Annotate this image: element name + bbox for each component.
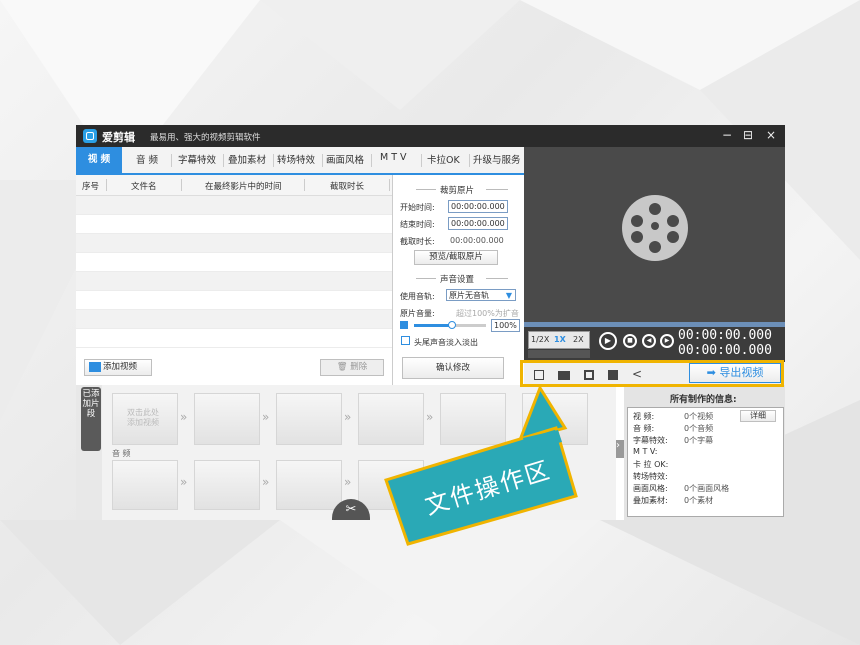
cut-section-title: 裁剪原片 [440, 186, 475, 196]
chevron-down-icon: ▼ [505, 291, 512, 300]
clip-list-header: 序号 文件名 在最终影片中的时间 截取时长 [76, 175, 392, 196]
added-clips-label: 已添加片段 [81, 387, 101, 451]
clip-slot[interactable] [276, 393, 342, 445]
tab-upgrade[interactable]: 升级与服务 [473, 152, 521, 166]
tab-overlay[interactable]: 叠加素材 [228, 152, 266, 166]
volume-value-input[interactable]: 100% [491, 319, 520, 332]
add-video-clip-slot[interactable]: 双击此处 添加视频 [112, 393, 178, 445]
sound-section-title: 声音设置 [440, 275, 475, 285]
list-row [76, 310, 392, 329]
progress-bar[interactable] [524, 322, 785, 327]
app-title: 爱剪辑 [102, 131, 135, 144]
delete-button[interactable]: 🗑 删除 [320, 359, 384, 376]
current-time: 00:00:00.000 [678, 328, 772, 343]
close-button[interactable]: × [763, 128, 779, 142]
tab-mtv[interactable]: M T V [380, 152, 407, 163]
list-row [76, 272, 392, 291]
tab-style[interactable]: 画面风格 [326, 152, 364, 166]
audio-slot[interactable] [194, 460, 260, 510]
film-reel-icon [622, 195, 688, 261]
jog-bar[interactable] [528, 350, 590, 358]
title-bar: 爱剪辑 最易用、强大的视频剪辑软件 − ⊟ × [76, 125, 785, 147]
tab-karaoke[interactable]: 卡拉OK [427, 152, 460, 166]
clip-slot[interactable] [194, 393, 260, 445]
tab-audio[interactable]: 音 频 [136, 152, 158, 166]
total-time: 00:00:00.000 [678, 343, 772, 358]
volume-hint: 超过100%为扩音 [456, 309, 519, 318]
fade-checkbox[interactable] [401, 336, 410, 345]
next-frame-icon[interactable]: ▶ [660, 334, 674, 348]
list-row [76, 291, 392, 310]
prev-frame-icon[interactable]: ◀ [642, 334, 656, 348]
col-duration: 截取时长 [330, 182, 365, 192]
project-info-box: 详细 视 频: 0个视频 音 频: 0个音频 字幕特效: 0个字幕 M T V: 卡 … [627, 407, 784, 517]
volume-slider[interactable] [414, 321, 486, 329]
list-row [76, 196, 392, 215]
detail-button[interactable]: 详细 [740, 410, 776, 422]
confirm-button[interactable]: 确认修改 [402, 357, 504, 379]
clip-settings-panel: 裁剪原片 开始时间: 00:00:00.000 结束时间: 00:00:00.0… [394, 175, 524, 385]
info-title: 所有制作的信息: [670, 395, 737, 405]
audio-slot[interactable] [276, 460, 342, 510]
tab-subtitle-effects[interactable]: 字幕特效 [178, 152, 216, 166]
fade-label: 头尾声音淡入淡出 [414, 338, 478, 347]
play-icon[interactable]: ▶ [599, 332, 617, 350]
add-video-icon [89, 361, 101, 372]
audio-slot[interactable] [112, 460, 178, 510]
clip-list[interactable] [76, 196, 392, 356]
end-time-input[interactable]: 00:00:00.000 [448, 217, 508, 230]
list-row [76, 329, 392, 348]
add-video-button[interactable]: 添加视频 [84, 359, 152, 376]
list-row [76, 215, 392, 234]
audio-track-select[interactable]: 原片无音轨 ▼ [446, 289, 516, 301]
list-row [76, 234, 392, 253]
col-index: 序号 [82, 182, 100, 192]
col-filename: 文件名 [131, 182, 157, 192]
list-row [76, 253, 392, 272]
collapse-arrow-icon[interactable]: › [616, 440, 624, 458]
col-time-in-film: 在最终影片中的时间 [205, 182, 282, 192]
start-time-input[interactable]: 00:00:00.000 [448, 200, 508, 213]
stop-icon[interactable]: ■ [623, 334, 637, 348]
speed-selector[interactable]: 1/2X 1X 2X [528, 331, 590, 349]
minimize-button[interactable]: − [719, 128, 735, 142]
tab-video[interactable]: 视 频 [76, 147, 122, 173]
app-subtitle: 最易用、强大的视频剪辑软件 [150, 133, 261, 143]
app-logo-icon [83, 129, 97, 143]
delete-icon: 🗑 [336, 362, 348, 372]
player-controls: 1/2X 1X 2X ▶ ■ ◀ ▶ 00:00:00.000 00:00:00… [524, 322, 785, 362]
audio-track-label: 音 频 [112, 449, 131, 458]
main-tabs: 视 频 音 频 字幕特效 叠加素材 转场特效 画面风格 M T V 卡拉OK 升… [76, 147, 524, 175]
restore-button[interactable]: ⊟ [740, 128, 756, 142]
duration-value: 00:00:00.000 [450, 236, 504, 245]
volume-icon [400, 321, 408, 329]
tab-transition[interactable]: 转场特效 [277, 152, 315, 166]
preview-cut-button[interactable]: 预览/截取原片 [414, 250, 498, 265]
